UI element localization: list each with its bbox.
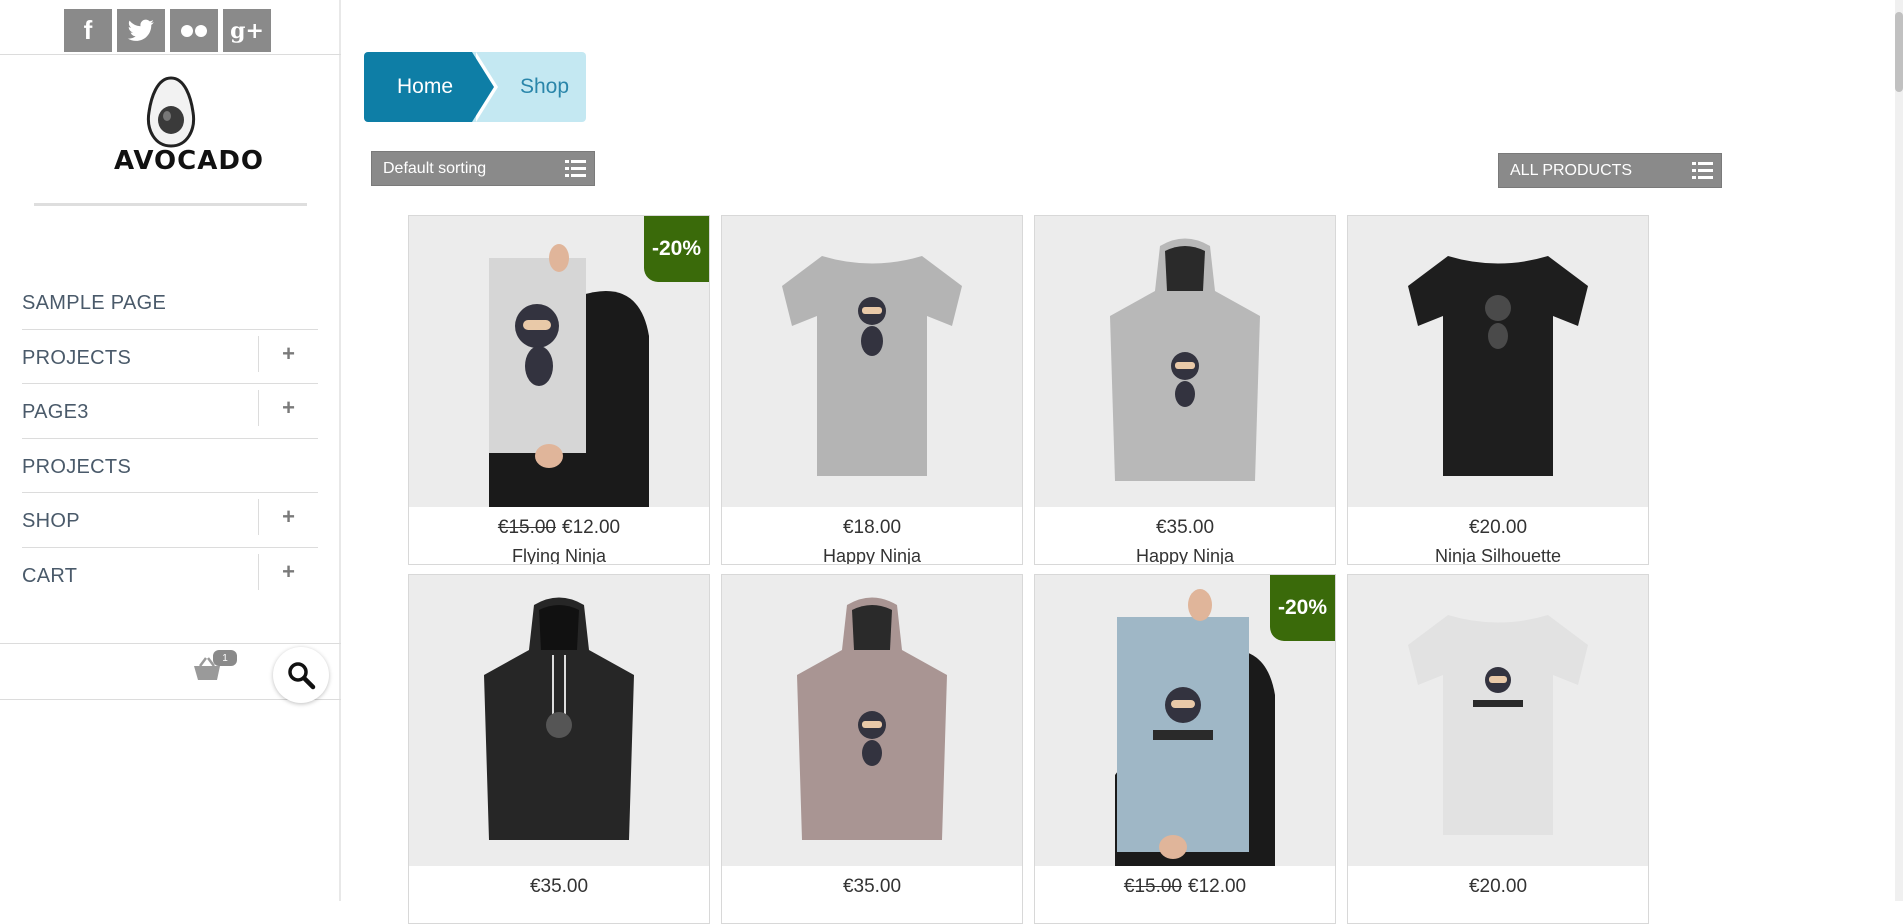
product-image[interactable] [409, 575, 709, 866]
search-icon [288, 662, 316, 690]
main-nav: SAMPLE PAGE PROJECTS + PAGE3 + PROJECTS … [22, 275, 318, 602]
list-icon [1692, 161, 1713, 181]
flickr-glyph [181, 24, 207, 37]
sale-badge: -20% [644, 216, 709, 282]
cart-count-badge: 1 [213, 650, 237, 666]
nav-item-label[interactable]: SAMPLE PAGE [22, 288, 166, 315]
old-price: €15.00 [1123, 876, 1182, 897]
current-price: €18.00 [842, 517, 902, 538]
filter-label: ALL PRODUCTS [1510, 161, 1633, 179]
current-price: €35.00 [1155, 517, 1215, 538]
product-card[interactable]: -20% €15.00 €12.00 Flying Ninja [408, 215, 710, 565]
current-price: €12.00 [562, 517, 621, 538]
product-image[interactable] [722, 216, 1022, 507]
twitter-icon[interactable] [117, 9, 165, 52]
product-price: €35.00 [409, 876, 709, 898]
logo-text: AVOCADO [114, 146, 265, 176]
nav-item-projects[interactable]: PROJECTS + [22, 330, 318, 384]
page-scrollbar[interactable] [1895, 0, 1903, 901]
googleplus-glyph: g+ [230, 17, 264, 44]
product-name[interactable]: Flying Ninja [409, 546, 709, 564]
expand-icon[interactable]: + [258, 553, 318, 590]
product-card[interactable]: €20.00 Ninja Silhouette [1347, 215, 1649, 565]
divider [0, 54, 341, 55]
product-image[interactable] [722, 575, 1022, 866]
product-card[interactable]: €35.00 Happy Ninja [1034, 215, 1336, 565]
search-button[interactable] [273, 647, 329, 703]
nav-item-cart[interactable]: CART + [22, 548, 318, 603]
expand-icon[interactable]: + [258, 390, 318, 426]
nav-item-page3[interactable]: PAGE3 + [22, 384, 318, 439]
sorting-label: Default sorting [383, 159, 487, 177]
expand-icon[interactable]: + [258, 335, 318, 372]
googleplus-icon[interactable]: g+ [223, 9, 271, 52]
nav-item-shop[interactable]: SHOP + [22, 493, 318, 548]
social-links: f g+ [64, 9, 271, 52]
product-card[interactable]: €35.00 [408, 574, 710, 924]
product-price: €18.00 [722, 517, 1022, 539]
product-price: €15.00 €12.00 [409, 517, 709, 539]
old-price: €15.00 [497, 517, 556, 538]
sorting-select[interactable]: Default sorting [371, 151, 595, 186]
product-image[interactable] [1348, 216, 1648, 507]
facebook-glyph: f [83, 15, 93, 45]
current-price: €12.00 [1188, 876, 1247, 897]
product-price: €15.00 €12.00 [1035, 876, 1335, 898]
product-name[interactable]: Happy Ninja [722, 546, 1022, 564]
nav-item-label[interactable]: PROJECTS [22, 343, 131, 370]
product-price: €20.00 [1348, 876, 1648, 898]
nav-item-projects-2[interactable]: PROJECTS [22, 439, 318, 493]
current-price: €20.00 [1468, 517, 1528, 538]
product-price: €20.00 [1348, 517, 1648, 539]
avocado-icon [146, 76, 196, 148]
product-name[interactable]: Happy Ninja [1035, 546, 1335, 564]
product-card[interactable]: €35.00 [721, 574, 1023, 924]
nav-item-label[interactable]: PAGE3 [22, 397, 89, 424]
current-price: €35.00 [842, 876, 902, 897]
nav-item-label[interactable]: PROJECTS [22, 452, 131, 479]
sale-badge: -20% [1270, 575, 1335, 641]
product-card[interactable]: -20% €15.00 €12.00 [1034, 574, 1336, 924]
nav-item-label[interactable]: SHOP [22, 506, 80, 533]
breadcrumb: Home Shop [364, 52, 586, 122]
product-price: €35.00 [1035, 517, 1335, 539]
sidebar-tools: 1 [0, 643, 341, 703]
nav-item-sample-page[interactable]: SAMPLE PAGE [22, 275, 318, 330]
product-name[interactable]: Ninja Silhouette [1348, 546, 1648, 564]
product-price: €35.00 [722, 876, 1022, 898]
nav-item-label[interactable]: CART [22, 561, 77, 588]
current-price: €35.00 [529, 876, 589, 897]
flickr-icon[interactable] [170, 9, 218, 52]
list-icon [565, 159, 586, 179]
twitter-glyph [127, 19, 154, 41]
sidebar: f g+ AVOCADO SAMPLE PAGE PROJECTS + PAGE… [0, 0, 341, 901]
product-card[interactable]: €20.00 [1347, 574, 1649, 924]
breadcrumb-home[interactable]: Home [364, 52, 498, 122]
product-filter-select[interactable]: ALL PRODUCTS [1498, 153, 1722, 188]
product-image[interactable] [1348, 575, 1648, 866]
divider [34, 203, 307, 206]
expand-icon[interactable]: + [258, 499, 318, 535]
current-price: €20.00 [1468, 876, 1528, 897]
scrollbar-thumb[interactable] [1895, 12, 1903, 92]
product-image[interactable] [1035, 216, 1335, 507]
facebook-icon[interactable]: f [64, 9, 112, 52]
product-card[interactable]: €18.00 Happy Ninja [721, 215, 1023, 565]
site-logo[interactable]: AVOCADO [114, 76, 265, 176]
